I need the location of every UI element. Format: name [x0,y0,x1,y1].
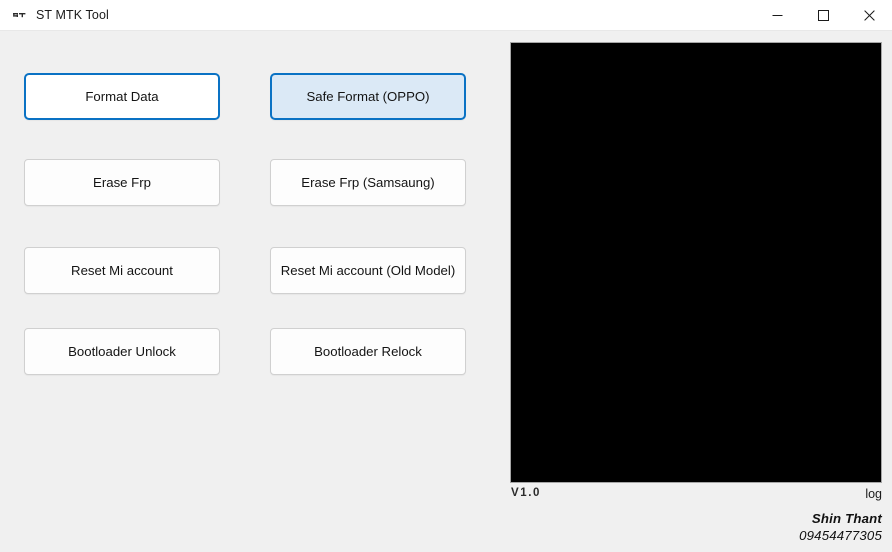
window-controls [754,0,892,31]
version-label: V1.0 [511,487,541,499]
window-title: ST MTK Tool [36,8,109,22]
minimize-icon[interactable] [754,0,800,31]
reset-mi-account-button[interactable]: Reset Mi account [24,247,220,294]
main-content: Format Data Safe Format (OPPO) Erase Frp… [0,31,892,552]
log-output-panel[interactable] [510,42,882,483]
log-output-text [511,43,881,49]
signature-phone: 09454477305 [622,527,882,544]
signature-block: Shin Thant 09454477305 [622,510,882,545]
title-bar: ST MTK Tool [0,0,892,31]
bootloader-relock-button[interactable]: Bootloader Relock [270,328,466,375]
erase-frp-button[interactable]: Erase Frp [24,159,220,206]
bootloader-unlock-button[interactable]: Bootloader Unlock [24,328,220,375]
title-bar-left: ST MTK Tool [0,0,109,30]
maximize-icon[interactable] [800,0,846,31]
close-icon[interactable] [846,0,892,31]
log-caption-label: log [806,487,882,501]
safe-format-oppo-button[interactable]: Safe Format (OPPO) [270,73,466,120]
st-logo-icon [11,7,28,24]
app-window: ST MTK Tool Format Data [0,0,892,552]
erase-frp-samsaung-button[interactable]: Erase Frp (Samsaung) [270,159,466,206]
format-data-button[interactable]: Format Data [24,73,220,120]
signature-name: Shin Thant [622,510,882,527]
reset-mi-account-old-model-button[interactable]: Reset Mi account (Old Model) [270,247,466,294]
